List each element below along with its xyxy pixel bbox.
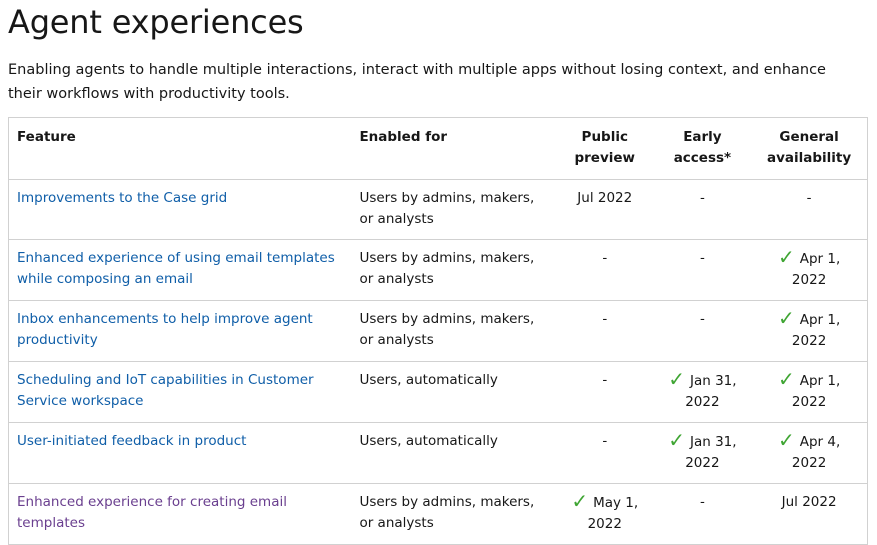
header-early-access-line1: Early [683,129,722,145]
page: Agent experiences Enabling agents to han… [0,0,877,545]
early-access-cell: ✓ Jan 31, 2022 [653,422,752,484]
release-table: Feature Enabled for Public preview Early… [8,117,868,545]
public-preview-cell: - [555,239,654,301]
general-availability-cell: Jul 2022 [781,494,837,510]
enabled-for-cell: Users by admins, makers, or analysts [351,239,556,301]
checkmark-icon: ✓ [777,367,795,391]
enabled-for-cell: Users by admins, makers, or analysts [351,300,556,362]
general-availability-date: Apr 1, 2022 [791,373,841,410]
feature-link[interactable]: Enhanced experience for creating email t… [17,494,287,531]
checkmark-icon: ✓ [777,245,795,269]
table-header-row: Feature Enabled for Public preview Early… [8,117,868,180]
general-availability-date: Apr 1, 2022 [791,312,841,349]
public-preview-cell: - [555,422,654,484]
table-row: Enhanced experience of using email templ… [8,239,868,301]
header-early-access: Early access* [653,117,752,180]
enabled-for-cell: Users, automatically [351,422,556,484]
feature-link[interactable]: Scheduling and IoT capabilities in Custo… [17,372,314,409]
enabled-for-cell: Users by admins, makers, or analysts [359,494,535,531]
header-enabled-for: Enabled for [351,117,556,180]
feature-cell: User-initiated feedback in product [8,422,352,484]
general-availability-cell: ✓ Apr 1, 2022 [751,361,868,423]
header-ga-line1: General [779,129,839,145]
table-row: Inbox enhancements to help improve agent… [8,300,868,362]
early-access-cell: ✓ Jan 31, 2022 [653,361,752,423]
header-ga-line2: availability [767,150,852,166]
early-access-cell: - [699,494,705,510]
feature-link[interactable]: Inbox enhancements to help improve agent… [17,311,313,348]
table-row: User-initiated feedback in product Users… [8,422,868,484]
header-public-preview-line2: preview [574,150,636,166]
general-availability-date: Apr 1, 2022 [791,251,841,288]
general-availability-cell: ✓ Apr 1, 2022 [751,239,868,301]
public-preview-cell: - [555,300,654,362]
checkmark-icon: ✓ [571,489,589,513]
header-early-access-line2: access* [673,150,732,166]
checkmark-icon: ✓ [668,367,685,391]
feature-cell: Scheduling and IoT capabilities in Custo… [8,361,352,423]
public-preview-cell: - [555,361,654,423]
header-general-availability: General availability [751,117,868,180]
checkmark-icon: ✓ [777,306,795,330]
general-availability-cell: ✓ Apr 1, 2022 [751,300,868,362]
feature-cell: Inbox enhancements to help improve agent… [8,300,352,362]
feature-link[interactable]: Improvements to the Case grid [17,190,227,206]
intro-paragraph: Enabling agents to handle multiple inter… [8,62,826,102]
table-row: Scheduling and IoT capabilities in Custo… [8,361,868,423]
early-access-cell: - [653,179,752,240]
public-preview-cell: ✓ May 1, 2022 [556,484,654,545]
early-access-cell: - [653,300,752,362]
feature-link[interactable]: Enhanced experience of using email templ… [17,250,335,287]
checkmark-icon: ✓ [777,428,795,452]
public-preview-cell: Jul 2022 [555,179,654,240]
enabled-for-cell: Users by admins, makers, or analysts [351,179,556,240]
early-access-cell: - [653,239,752,301]
general-availability-date: Apr 4, 2022 [791,434,841,471]
early-access-date: Jan 31, 2022 [685,434,737,471]
early-access-date: Jan 31, 2022 [685,373,737,410]
feature-cell: Enhanced experience of using email templ… [8,239,352,301]
table-row: Enhanced experience for creating email t… [9,484,868,545]
enabled-for-cell: Users, automatically [351,361,556,423]
header-feature: Feature [8,117,352,180]
public-preview-date: May 1, 2022 [587,495,639,532]
general-availability-cell: - [751,179,868,240]
header-public-preview-line1: Public [581,129,628,145]
table-row: Improvements to the Case grid Users by a… [8,179,868,240]
feature-cell: Improvements to the Case grid [8,179,352,240]
feature-link[interactable]: User-initiated feedback in product [17,433,246,449]
general-availability-cell: ✓ Apr 4, 2022 [751,422,868,484]
checkmark-icon: ✓ [668,428,685,452]
feature-cell: Enhanced experience for creating email t… [9,484,352,545]
page-title: Agent experiences [8,3,304,41]
header-public-preview: Public preview [555,117,654,180]
